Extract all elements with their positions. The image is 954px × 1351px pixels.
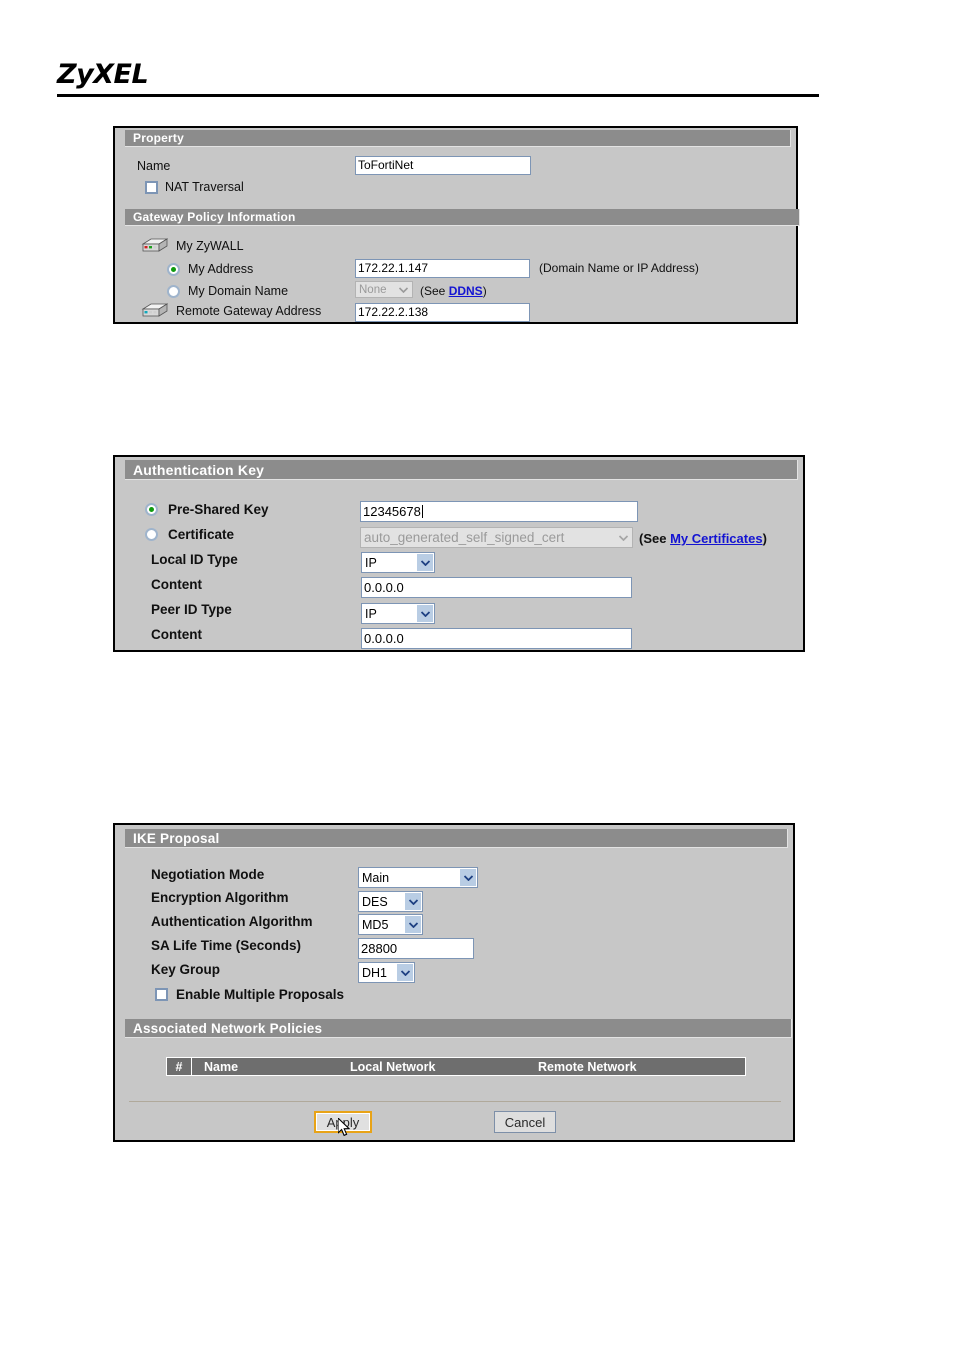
chevron-down-icon — [405, 893, 421, 910]
nat-traversal-label: NAT Traversal — [165, 180, 244, 194]
remote-gateway-label: Remote Gateway Address — [176, 304, 322, 318]
my-address-hint: (Domain Name or IP Address) — [539, 261, 699, 275]
negotiation-mode-label: Negotiation Mode — [151, 867, 265, 882]
negotiation-mode-select[interactable]: Main — [358, 867, 478, 888]
key-group-select-value: DH1 — [362, 965, 388, 980]
my-zywall-label: My ZyWALL — [176, 239, 244, 253]
certificate-select-value: auto_generated_self_signed_cert — [364, 530, 565, 545]
ddns-note: (See DDNS) — [420, 284, 487, 298]
property-section-bar: Property — [125, 130, 791, 147]
chevron-down-icon — [395, 283, 411, 296]
apply-button-label: Apply — [326, 1114, 360, 1130]
key-group-label-text: Key Group — [151, 962, 221, 977]
column-header-remote-network: Remote Network — [538, 1059, 637, 1074]
ike-proposal-panel: IKE Proposal Negotiation Mode Main Encry… — [113, 823, 795, 1142]
ddns-link[interactable]: DDNS — [449, 284, 483, 298]
peer-id-type-select-value: IP — [365, 606, 377, 621]
pre-shared-key-input[interactable]: 12345678 — [360, 501, 638, 522]
peer-content-label: Content — [151, 627, 202, 642]
authentication-algorithm-label: Authentication Algorithm — [151, 914, 313, 929]
my-domain-name-select[interactable]: None — [355, 281, 413, 298]
sa-life-time-label: SA Life Time (Seconds) — [151, 938, 302, 953]
encryption-algorithm-select[interactable]: DES — [358, 891, 423, 912]
gateway-policy-section-bar: Gateway Policy Information — [125, 209, 800, 226]
column-header-number: # — [167, 1058, 192, 1075]
remote-gateway-router-icon — [141, 303, 169, 319]
cancel-button[interactable]: Cancel — [494, 1111, 556, 1133]
ike-proposal-section-bar: IKE Proposal — [125, 829, 788, 848]
certificate-radio[interactable] — [145, 528, 158, 541]
my-certificates-link[interactable]: My Certificates — [670, 531, 762, 546]
local-content-input[interactable]: 0.0.0.0 — [361, 577, 632, 598]
apply-button[interactable]: Apply — [314, 1111, 372, 1133]
column-header-name: Name — [204, 1059, 239, 1074]
ddns-note-prefix: (See — [420, 284, 449, 298]
key-group-select[interactable]: DH1 — [358, 962, 415, 983]
authentication-key-panel: Authentication Key Pre-Shared Key 123456… — [113, 455, 805, 652]
remote-gateway-input[interactable]: 172.22.2.138 — [355, 303, 530, 322]
my-domain-name-label: My Domain Name — [188, 284, 289, 298]
pre-shared-key-label: Pre-Shared Key — [168, 502, 269, 517]
chevron-down-icon — [615, 529, 631, 546]
chevron-down-icon — [397, 964, 413, 981]
authentication-algorithm-select[interactable]: MD5 — [358, 914, 423, 935]
cert-note-suffix: ) — [762, 531, 767, 546]
my-certificates-note: (See My Certificates) — [639, 531, 767, 546]
chevron-down-icon — [417, 554, 433, 571]
local-id-type-label: Local ID Type — [151, 552, 238, 567]
chevron-down-icon — [417, 605, 433, 622]
encryption-algorithm-select-value: DES — [362, 894, 388, 909]
peer-id-type-select[interactable]: IP — [361, 603, 435, 624]
ddns-note-suffix: ) — [482, 284, 487, 298]
certificate-label: Certificate — [168, 527, 235, 542]
local-id-type-select[interactable]: IP — [361, 552, 435, 573]
local-content-label: Content — [151, 577, 202, 592]
chevron-down-icon — [405, 916, 421, 933]
property-panel: Property Name ToFortiNet NAT Traversal G… — [113, 126, 800, 324]
peer-content-input[interactable]: 0.0.0.0 — [361, 628, 632, 649]
cert-note-prefix: (See — [639, 531, 671, 546]
my-domain-name-radio[interactable] — [167, 284, 180, 298]
name-input[interactable]: ToFortiNet — [355, 156, 531, 175]
pre-shared-key-radio[interactable] — [145, 503, 158, 516]
negotiation-mode-select-value: Main — [362, 870, 390, 885]
my-zywall-router-icon — [141, 238, 169, 254]
column-header-local-network: Local Network — [350, 1059, 436, 1074]
my-address-label: My Address — [188, 262, 254, 276]
enable-multiple-proposals-label: Enable Multiple Proposals — [176, 987, 345, 1002]
brand-header: ZyXEL — [57, 60, 819, 97]
network-policies-table-header: # Name Local Network Remote Network — [166, 1057, 746, 1076]
authentication-key-section-bar: Authentication Key — [125, 460, 798, 480]
cancel-button-label: Cancel — [504, 1114, 546, 1130]
nat-traversal-checkbox[interactable] — [145, 180, 158, 194]
enable-multiple-proposals-checkbox[interactable] — [155, 988, 168, 1001]
associated-network-policies-section-bar: Associated Network Policies — [125, 1019, 792, 1038]
my-address-input[interactable]: 172.22.1.147 — [355, 259, 530, 278]
authentication-algorithm-select-value: MD5 — [362, 917, 389, 932]
peer-id-type-label: Peer ID Type — [151, 602, 232, 617]
name-label: Name — [137, 159, 171, 173]
zyxel-logo: ZyXEL — [57, 59, 149, 90]
my-domain-name-select-value: None — [359, 283, 387, 296]
local-id-type-select-value: IP — [365, 555, 377, 570]
encryption-algorithm-label: Encryption Algorithm — [151, 890, 289, 905]
chevron-down-icon — [460, 869, 476, 886]
my-address-radio[interactable] — [167, 262, 180, 276]
button-divider — [129, 1101, 781, 1102]
certificate-select[interactable]: auto_generated_self_signed_cert — [360, 527, 633, 548]
sa-life-time-input[interactable]: 28800 — [358, 938, 474, 959]
header-rule — [57, 94, 819, 97]
